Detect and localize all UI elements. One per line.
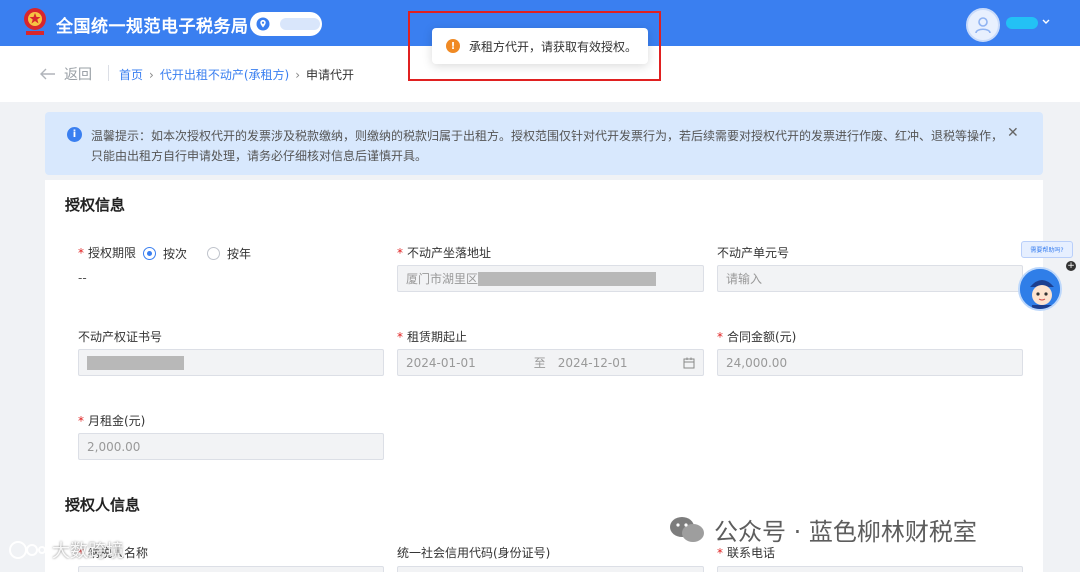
cert-redacted xyxy=(87,355,184,370)
close-icon[interactable]: ✕ xyxy=(1007,125,1019,141)
notice-line-2: 只能由出租方自行申请处理，请务必仔细核对信息后谨慎开具。 xyxy=(91,149,428,163)
toast-message: ! 承租方代开，请获取有效授权。 xyxy=(432,28,648,64)
watermark-right: 公众号 · 蓝色柳林财税室 xyxy=(668,512,977,547)
breadcrumb-rental[interactable]: 代开出租不动产(承租方) xyxy=(160,66,289,83)
watermark-left: 大数跨境 xyxy=(8,537,124,563)
notice-line-1: 温馨提示：如本次授权代开的发票涉及税款缴纳，则缴纳的税款归属于出租方。授权范围仅… xyxy=(91,129,1004,143)
tax-emblem-icon xyxy=(24,8,46,35)
breadcrumb-home[interactable]: 首页 xyxy=(119,66,143,83)
address-redacted xyxy=(478,271,657,286)
contract-label: * 合同金额(元) xyxy=(717,330,797,344)
user-icon xyxy=(975,17,991,34)
location-name-redacted xyxy=(280,18,320,30)
lease-end: 2024-12-01 xyxy=(557,355,628,370)
credit-code-label: 统一社会信用代码(身份证号) xyxy=(397,546,551,560)
address-input[interactable]: 厦门市湖里区 xyxy=(397,265,704,292)
lease-label: * 租赁期起止 xyxy=(397,330,468,344)
unit-input[interactable]: 请输入 xyxy=(717,265,1023,292)
info-icon: i xyxy=(67,127,82,142)
chevron-right-icon: › xyxy=(149,67,154,82)
breadcrumb: 首页 › 代开出租不动产(承租方) › 申请代开 xyxy=(119,66,354,83)
location-pin-icon xyxy=(256,17,270,31)
lease-to: 至 xyxy=(533,356,546,370)
radio-per-year[interactable]: 按年 xyxy=(207,245,251,262)
back-label: 返回 xyxy=(64,67,92,83)
period-label: * 授权期限 xyxy=(78,246,137,260)
username-redacted[interactable] xyxy=(1006,17,1038,29)
brand-logo-icon xyxy=(9,541,46,559)
plus-icon[interactable]: + xyxy=(1066,261,1076,271)
radio-per-time[interactable]: 按次 xyxy=(143,245,187,262)
taxpayer-name-input[interactable] xyxy=(78,566,384,572)
wechat-icon xyxy=(670,516,704,542)
lease-date-range[interactable]: 2024-01-01 至 2024-12-01 xyxy=(397,349,704,376)
chevron-right-icon: › xyxy=(295,67,301,82)
app-title: 全国统一规范电子税务局 xyxy=(56,17,249,37)
cert-label: 不动产权证书号 xyxy=(78,330,163,344)
address-label: * 不动产坐落地址 xyxy=(397,246,492,260)
credit-code-input[interactable] xyxy=(397,566,704,572)
section-title-authorizer: 授权人信息 xyxy=(65,496,141,514)
monthly-input[interactable]: 2,000.00 xyxy=(78,433,384,460)
mascot-assistant[interactable] xyxy=(1018,267,1062,311)
phone-input[interactable] xyxy=(717,566,1023,572)
back-button[interactable]: 返回 xyxy=(40,64,92,84)
warning-icon: ! xyxy=(446,39,460,53)
breadcrumb-current: 申请代开 xyxy=(306,68,355,82)
mascot-icon xyxy=(1020,269,1060,309)
location-selector[interactable] xyxy=(250,12,322,36)
radio-dot xyxy=(207,247,220,260)
radio-dot-selected xyxy=(143,247,156,260)
notice-banner: i 温馨提示：如本次授权代开的发票涉及税款缴纳，则缴纳的税款归属于出租方。授权范… xyxy=(45,112,1043,175)
user-avatar[interactable] xyxy=(966,8,1000,42)
arrow-left-icon xyxy=(40,68,55,80)
help-bubble[interactable]: 需要帮助吗? xyxy=(1021,241,1073,258)
section-title-auth: 授权信息 xyxy=(65,196,126,214)
divider xyxy=(108,65,109,81)
calendar-icon xyxy=(683,357,695,369)
period-value: -- xyxy=(78,271,87,285)
monthly-label: * 月租金(元) xyxy=(78,414,146,428)
contract-input[interactable]: 24,000.00 xyxy=(717,349,1023,376)
cert-input[interactable] xyxy=(78,349,384,376)
chevron-down-icon[interactable] xyxy=(1040,14,1052,28)
unit-label: 不动产单元号 xyxy=(717,246,790,260)
lease-start: 2024-01-01 xyxy=(406,355,476,370)
